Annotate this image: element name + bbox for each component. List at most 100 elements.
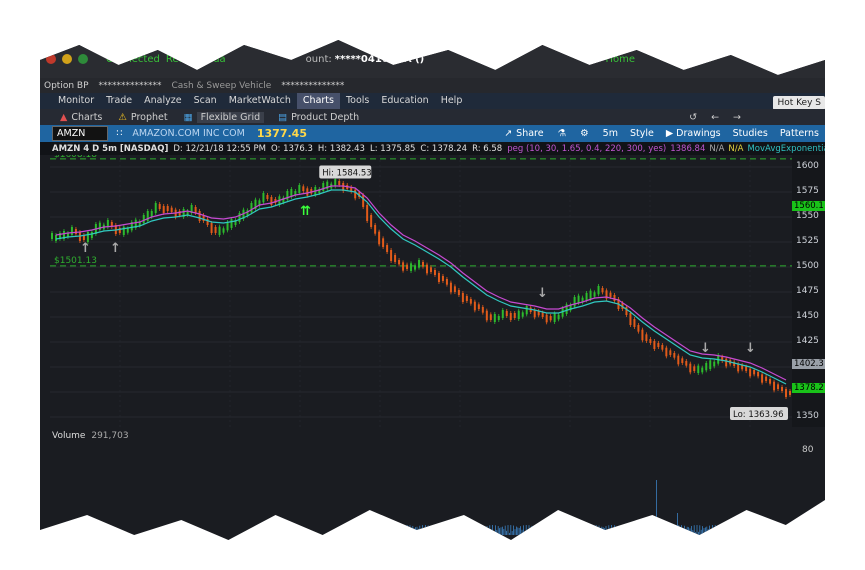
volume-bar — [779, 525, 780, 535]
share-button[interactable]: Share — [516, 128, 543, 139]
volume-bar — [717, 525, 719, 535]
volume-bar — [490, 532, 492, 535]
style-button[interactable]: Style — [630, 128, 654, 139]
menu-tools[interactable]: Tools — [340, 93, 375, 109]
bar-low: L: 1375.85 — [369, 143, 416, 154]
studies-button[interactable]: Studies — [733, 128, 768, 139]
maximize-dot-icon[interactable] — [78, 54, 88, 64]
volume-bar — [577, 525, 579, 535]
close-dot-icon[interactable] — [46, 54, 56, 64]
volume-bar — [780, 532, 782, 535]
flask-icon[interactable]: ⚗ — [558, 128, 567, 139]
candle-body — [386, 245, 389, 252]
y-tick-label: 1550 — [796, 211, 819, 221]
volume-bar — [609, 531, 611, 535]
volume-bar — [707, 529, 709, 535]
na-value-2: N/A — [728, 143, 744, 154]
minimize-dot-icon[interactable] — [62, 54, 72, 64]
price-axis[interactable]: 1350137514001425145014751500152515501575… — [792, 155, 825, 427]
hot-key-button[interactable]: Hot Key S — [773, 96, 825, 110]
volume-bar — [469, 529, 471, 535]
volume-bar — [429, 529, 430, 535]
candle-body — [677, 355, 680, 365]
bar-date: D: 12/21/18 12:55 PM — [173, 143, 266, 154]
menu-marketwatch[interactable]: MarketWatch — [223, 93, 297, 109]
nav-arrows[interactable]: ↺←→ — [689, 112, 755, 123]
volume-bar — [488, 530, 489, 535]
volume-bar — [608, 525, 610, 535]
subtab-flexible-grid[interactable]: Flexible Grid — [196, 111, 265, 123]
drawings-button[interactable]: Drawings — [676, 128, 720, 139]
candle-body — [410, 263, 413, 271]
volume-bar — [651, 528, 653, 535]
candle-body — [501, 310, 504, 318]
account-label: ount: — [305, 53, 332, 65]
volume-bar — [579, 531, 580, 535]
candle-body — [90, 232, 93, 238]
candle-body — [338, 181, 341, 185]
candle-body — [713, 361, 716, 367]
share-icon: ↗ — [504, 128, 513, 139]
home-label: Home — [605, 53, 635, 65]
symbol-selector[interactable]: AMZN — [52, 126, 109, 141]
volume-bar — [626, 525, 628, 535]
menu-charts[interactable]: Charts — [296, 93, 340, 109]
volume-bar — [542, 532, 544, 535]
volume-bar — [524, 531, 526, 535]
menu-help[interactable]: Help — [435, 93, 469, 109]
candle-body — [657, 343, 660, 347]
volume-bar — [786, 529, 787, 535]
volume-bar — [724, 526, 726, 535]
menu-monitor[interactable]: Monitor — [52, 93, 100, 109]
candle-body — [457, 290, 460, 295]
volume-header: Volume 291,703 — [50, 430, 131, 442]
candle-body — [402, 262, 405, 271]
volume-bar — [390, 533, 391, 535]
candle-body — [525, 306, 528, 315]
volume-bar — [744, 530, 745, 535]
volume-bar — [411, 530, 412, 535]
volume-bar — [782, 525, 783, 535]
volume-bar — [804, 528, 806, 535]
menu-education[interactable]: Education — [375, 93, 434, 109]
volume-bar — [548, 529, 549, 535]
volume-bar — [562, 525, 563, 535]
subtab-charts[interactable]: Charts — [71, 112, 102, 123]
volume-bar — [537, 528, 538, 535]
volume-bar — [791, 526, 793, 535]
volume-bar — [801, 530, 803, 535]
volume-bar — [513, 525, 514, 535]
volume-bar — [681, 525, 682, 535]
volume-bar — [591, 531, 593, 535]
candle-body — [425, 264, 428, 274]
menu-analyze[interactable]: Analyze — [138, 93, 187, 109]
candle-body — [705, 363, 708, 371]
home-link[interactable]: ✱ Home — [594, 54, 635, 65]
account-value[interactable]: *****0416TDA () — [335, 54, 424, 65]
lo-label: Lo: 1363.96 — [733, 410, 784, 420]
volume-bar — [569, 527, 570, 535]
volume-bar — [412, 525, 414, 535]
candle-body — [238, 213, 241, 222]
peg-study[interactable]: peg (10, 30, 1.65, 0.4, 220, 300, yes) — [507, 144, 666, 154]
y-tick-label: 1500 — [796, 261, 819, 271]
menu-scan[interactable]: Scan — [188, 93, 223, 109]
candle-body — [170, 207, 173, 212]
subtab-prophet[interactable]: Prophet — [131, 112, 168, 123]
info-bar: Option BP ************** Cash & Sweep Ve… — [40, 78, 825, 93]
volume-label: Volume — [52, 431, 86, 441]
price-chart[interactable]: $1608.18 $1501.13 Hi: 1584.53 Lo: 1363.96 ↑ ↑… — [50, 155, 792, 427]
subtab-product-depth[interactable]: Product Depth — [291, 112, 359, 123]
volume-bar — [444, 530, 446, 535]
volume-bar — [769, 525, 771, 535]
mov-avg-study[interactable]: MovAvgExponential ... — [747, 144, 825, 154]
gear-icon[interactable]: ⚙ — [580, 128, 589, 139]
link-icon[interactable]: ∷ — [116, 128, 122, 139]
candle-body — [70, 227, 73, 235]
volume-bar — [552, 527, 554, 535]
menu-trade[interactable]: Trade — [100, 93, 138, 109]
interval-button[interactable]: 5m — [603, 128, 618, 139]
volume-bar — [598, 525, 600, 535]
patterns-button[interactable]: Patterns — [780, 128, 819, 139]
na-value-1: N/A — [709, 143, 725, 154]
